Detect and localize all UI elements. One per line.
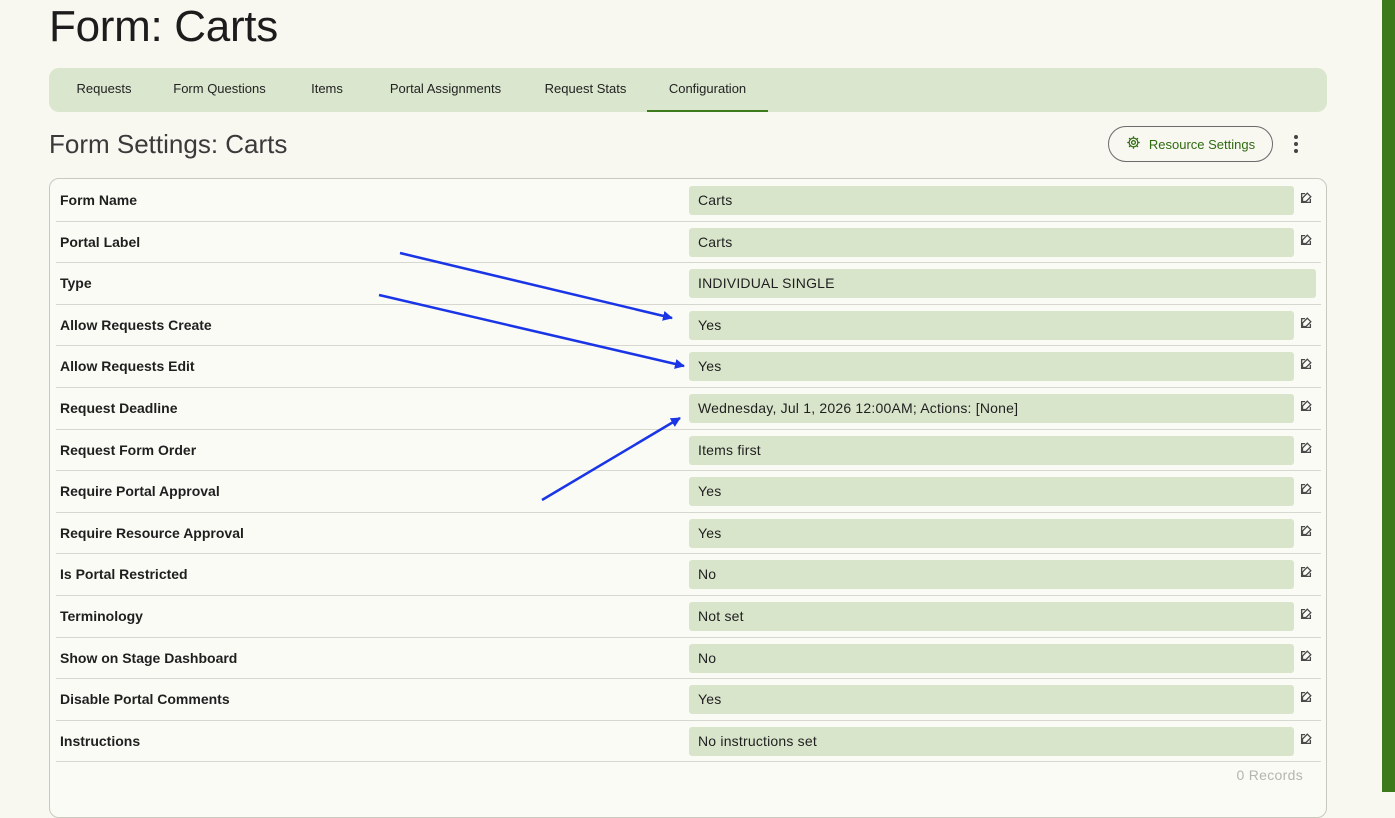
table-row: Instructions No instructions set: [56, 721, 1321, 763]
kebab-menu-icon[interactable]: [1286, 132, 1306, 156]
setting-label: Allow Requests Create: [60, 316, 212, 333]
setting-value: Items first: [689, 435, 1294, 465]
table-row: Request Deadline Wednesday, Jul 1, 2026 1…: [56, 388, 1321, 430]
edit-icon[interactable]: [1299, 649, 1313, 663]
table-row: Type INDIVIDUAL SINGLE: [56, 263, 1321, 305]
table-row: Require Portal Approval Yes: [56, 471, 1321, 513]
setting-value: Yes: [689, 477, 1294, 507]
edit-icon[interactable]: [1299, 357, 1313, 371]
right-edge-bar: [1382, 0, 1395, 792]
edit-icon[interactable]: [1299, 399, 1313, 413]
edit-icon[interactable]: [1299, 191, 1313, 205]
gear-icon: [1126, 135, 1141, 153]
setting-value: Carts: [689, 186, 1294, 215]
tab-request-stats[interactable]: Request Stats: [533, 68, 638, 112]
table-row: Is Portal Restricted No: [56, 554, 1321, 596]
setting-label: Disable Portal Comments: [60, 691, 230, 708]
setting-label: Is Portal Restricted: [60, 566, 188, 583]
table-row: Disable Portal Comments Yes: [56, 679, 1321, 721]
edit-icon[interactable]: [1299, 316, 1313, 330]
setting-value: Yes: [689, 685, 1294, 715]
setting-value: No: [689, 560, 1294, 590]
setting-value: Yes: [689, 518, 1294, 548]
edit-icon[interactable]: [1299, 732, 1313, 746]
table-row: Allow Requests Create Yes: [56, 305, 1321, 347]
setting-label: Type: [60, 275, 92, 292]
table-row: Require Resource Approval Yes: [56, 513, 1321, 555]
tab-portal-assignments[interactable]: Portal Assignments: [374, 68, 517, 112]
setting-value: Yes: [689, 352, 1294, 382]
edit-icon[interactable]: [1299, 441, 1313, 455]
records-count: 0 Records: [1236, 767, 1303, 783]
table-row: Portal Label Carts: [56, 222, 1321, 264]
edit-icon[interactable]: [1299, 565, 1313, 579]
setting-value: INDIVIDUAL SINGLE: [689, 269, 1316, 299]
setting-label: Require Resource Approval: [60, 524, 244, 541]
tab-requests[interactable]: Requests: [65, 68, 143, 112]
setting-label: Terminology: [60, 608, 143, 624]
setting-value: Yes: [689, 310, 1294, 340]
table-row: Request Form Order Items first: [56, 430, 1321, 472]
table-row: Form Name Carts: [56, 180, 1321, 222]
tab-form-questions[interactable]: Form Questions: [161, 68, 278, 112]
setting-label: Instructions: [60, 732, 141, 749]
edit-icon[interactable]: [1299, 690, 1313, 704]
setting-label: Request Deadline: [60, 400, 178, 416]
edit-icon[interactable]: [1299, 524, 1313, 538]
setting-label: Require Portal Approval: [60, 483, 220, 500]
tab-bar: Requests Form Questions Items Portal Ass…: [49, 68, 1327, 112]
tab-configuration[interactable]: Configuration: [647, 68, 768, 112]
table-row: Terminology Not set: [56, 596, 1321, 638]
resource-settings-label: Resource Settings: [1148, 136, 1256, 152]
section-title: Form Settings: Carts: [49, 129, 288, 159]
setting-label: Portal Label: [60, 233, 141, 250]
edit-icon[interactable]: [1299, 482, 1313, 496]
settings-table: Form Name Carts Portal Label Carts Type INDIV…: [49, 178, 1327, 818]
setting-label: Form Name: [60, 192, 138, 208]
page-title: Form: Carts: [49, 2, 278, 51]
table-row: Show on Stage Dashboard No: [56, 638, 1321, 680]
tab-items[interactable]: Items: [298, 68, 356, 112]
edit-icon[interactable]: [1299, 607, 1313, 621]
setting-value: No instructions set: [689, 726, 1294, 756]
setting-value: No: [689, 643, 1294, 673]
setting-label: Request Form Order: [60, 441, 197, 458]
setting-label: Show on Stage Dashboard: [60, 649, 238, 666]
resource-settings-button[interactable]: Resource Settings: [1108, 126, 1273, 162]
setting-value: Carts: [689, 227, 1294, 257]
setting-label: Allow Requests Edit: [60, 358, 195, 375]
table-row: Allow Requests Edit Yes: [56, 346, 1321, 388]
setting-value: Not set: [689, 602, 1294, 631]
setting-value: Wednesday, Jul 1, 2026 12:00AM; Actions:…: [689, 394, 1294, 423]
edit-icon[interactable]: [1299, 233, 1313, 247]
